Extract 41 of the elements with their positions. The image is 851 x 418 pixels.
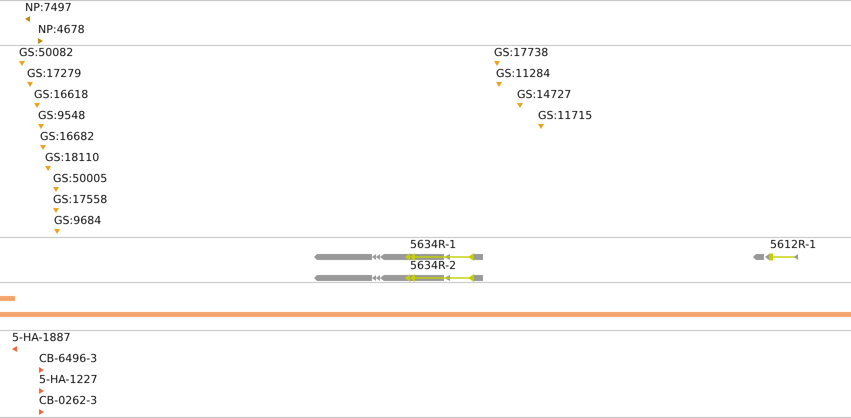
feature-marker-icon[interactable] [54, 229, 60, 235]
feature-label: CB-0262-3 [39, 394, 98, 408]
feature-marker-icon[interactable] [53, 208, 59, 214]
feature-marker-icon[interactable] [494, 61, 500, 67]
feature-label: GS:11284 [496, 67, 550, 81]
feature-label: NP:7497 [25, 1, 72, 15]
feature-marker-icon[interactable] [19, 61, 25, 67]
feature-label: GS:17558 [53, 193, 108, 207]
feature-marker-icon[interactable] [39, 367, 45, 373]
gene-label: 5634R-1 [410, 238, 456, 252]
feature-label: 5-HA-1227 [39, 373, 98, 387]
feature-label: GS:17279 [27, 67, 82, 81]
feature-marker-icon[interactable] [39, 388, 45, 394]
feature-label: GS:50082 [19, 46, 74, 60]
feature-marker-icon[interactable] [39, 409, 45, 415]
feature-marker-icon[interactable] [34, 103, 40, 109]
feature-marker-icon[interactable] [517, 103, 523, 109]
feature-label: 5-HA-1887 [12, 331, 70, 345]
feature-label: GS:14727 [517, 88, 572, 102]
feature-label: GS:9548 [38, 109, 86, 123]
feature-label: GS:9684 [54, 214, 102, 228]
feature-label: GS:11715 [538, 109, 592, 123]
feature-marker-icon[interactable] [38, 124, 44, 130]
feature-label: GS:16618 [34, 88, 88, 102]
gene-label: 5634R-2 [410, 259, 456, 273]
feature-label: GS:17738 [494, 46, 548, 60]
feature-label: NP:4678 [38, 23, 85, 37]
gene-label: 5612R-1 [770, 238, 816, 252]
feature-marker-icon[interactable] [45, 166, 51, 172]
feature-marker-icon[interactable] [25, 16, 31, 22]
feature-label: GS:18110 [45, 151, 100, 165]
feature-label: GS:50005 [53, 172, 108, 186]
feature-label: CB-6496-3 [39, 352, 98, 366]
feature-marker-icon[interactable] [538, 124, 544, 130]
feature-marker-icon[interactable] [38, 38, 44, 44]
feature-label: GS:16682 [40, 130, 94, 144]
feature-marker-icon[interactable] [53, 187, 59, 193]
feature-marker-icon[interactable] [27, 82, 33, 88]
feature-marker-icon[interactable] [496, 82, 502, 88]
feature-marker-icon[interactable] [12, 346, 18, 352]
feature-marker-icon[interactable] [40, 145, 46, 151]
